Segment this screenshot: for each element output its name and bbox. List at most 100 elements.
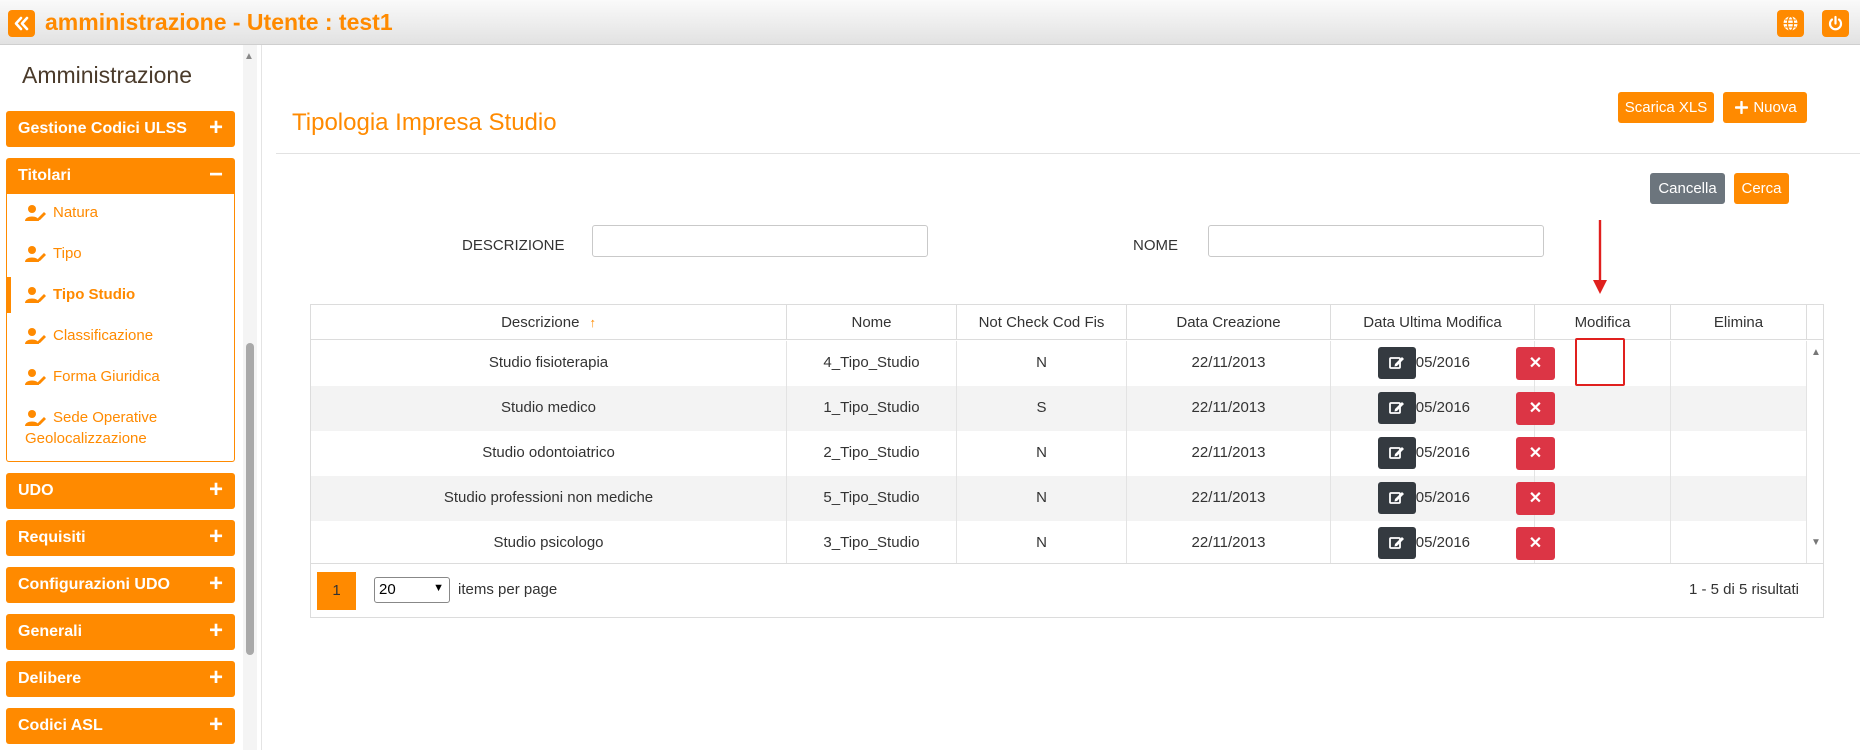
sidebar-item-label-line2: Geolocalizzazione <box>25 430 147 447</box>
column-header-descrizione[interactable]: Descrizione ↑ <box>311 305 787 340</box>
clear-button[interactable]: Cancella <box>1650 173 1725 204</box>
page-size-select[interactable]: 20 ▼ <box>374 577 450 603</box>
menu-group-generali[interactable]: Generali + <box>6 614 235 650</box>
collapse-sidebar-button[interactable] <box>8 10 35 37</box>
sidebar-item-tipo[interactable]: Tipo <box>7 236 234 272</box>
edit-button[interactable] <box>1378 347 1416 379</box>
menu-group-label: UDO <box>18 482 54 499</box>
menu-group-codici-asl[interactable]: Codici ASL + <box>6 708 235 744</box>
menu-group-gestione-codici-ulss[interactable]: Gestione Codici ULSS + <box>6 111 235 147</box>
menu-group-configurazioni-udo[interactable]: Configurazioni UDO + <box>6 567 235 603</box>
delete-button[interactable]: ✕ <box>1516 527 1555 560</box>
column-header-nome[interactable]: Nome <box>787 305 957 340</box>
close-icon: ✕ <box>1528 400 1543 417</box>
sidebar-item-label: Tipo <box>53 245 82 262</box>
sidebar-item-classificazione[interactable]: Classificazione <box>7 318 234 354</box>
nome-input[interactable] <box>1208 225 1544 257</box>
descrizione-label: DESCRIZIONE <box>462 237 565 254</box>
edit-button[interactable] <box>1378 482 1416 514</box>
sidebar-item-natura[interactable]: Natura <box>7 195 234 231</box>
close-icon: ✕ <box>1528 355 1543 372</box>
menu-group-label: Generali <box>18 623 83 640</box>
search-button[interactable]: Cerca <box>1734 173 1789 204</box>
scroll-up-icon[interactable]: ▲ <box>244 51 254 62</box>
plus-icon: + <box>208 617 223 644</box>
plus-icon: + <box>208 523 223 550</box>
results-count: 1 - 5 di 5 risultati <box>1688 581 1799 598</box>
page-button[interactable]: 1 <box>317 572 356 610</box>
sidebar-scrollbar[interactable]: ▲ <box>243 45 257 750</box>
cell-data-creazione: 22/11/2013 <box>1127 476 1331 521</box>
sidebar-item-label: Tipo Studio <box>53 286 136 303</box>
menu-group-label: Delibere <box>18 670 82 687</box>
sidebar-item-label: Classificazione <box>53 327 154 344</box>
sidebar-item-label: Sede Operative <box>53 409 158 426</box>
cell-descrizione: Studio odontoiatrico <box>311 431 787 476</box>
edit-icon <box>1389 537 1404 549</box>
cell-descrizione: Studio psicologo <box>311 521 787 563</box>
new-button-label: Nuova <box>1753 99 1797 116</box>
menu-group-udo[interactable]: UDO + <box>6 473 235 509</box>
titolari-submenu: Natura Tipo Tipo Studio Classificazione … <box>6 192 235 462</box>
sidebar-item-forma-giuridica[interactable]: Forma Giuridica <box>7 359 234 395</box>
sidebar-item-sede-operative[interactable]: Sede Operative Geolocalizzazione <box>7 400 234 456</box>
menu-group-label: Configurazioni UDO <box>18 576 170 593</box>
globe-icon <box>1783 15 1798 32</box>
user-edit-icon <box>25 287 46 303</box>
cell-data-modifica: 24/05/2016 <box>1331 521 1535 563</box>
table-row[interactable]: Studio medico 1_Tipo_Studio S 22/11/2013… <box>311 386 1807 431</box>
column-label: Descrizione <box>501 314 580 331</box>
power-icon <box>1828 15 1843 31</box>
cell-data-modifica: 24/05/2016 <box>1331 476 1535 521</box>
table-row[interactable]: Studio professioni non mediche 5_Tipo_St… <box>311 476 1807 521</box>
cell-data-modifica: 24/05/2016 <box>1331 341 1535 386</box>
download-xls-button[interactable]: Scarica XLS <box>1618 92 1714 123</box>
cell-data-creazione: 22/11/2013 <box>1127 341 1331 386</box>
sidebar-scroll-thumb[interactable] <box>246 343 254 655</box>
cell-descrizione: Studio fisioterapia <box>311 341 787 386</box>
minus-icon: − <box>208 161 223 188</box>
cell-not-check: N <box>957 431 1127 476</box>
edit-button[interactable] <box>1378 437 1416 469</box>
edit-button[interactable] <box>1378 527 1416 559</box>
table-row[interactable]: Studio psicologo 3_Tipo_Studio N 22/11/2… <box>311 521 1807 563</box>
column-header-not-check-cod-fis[interactable]: Not Check Cod Fis <box>957 305 1127 340</box>
cell-modifica <box>1535 521 1671 563</box>
menu-group-titolari[interactable]: Titolari − <box>6 158 235 194</box>
logout-button[interactable] <box>1822 10 1849 37</box>
cell-modifica <box>1535 476 1671 521</box>
sidebar-item-tipo-studio[interactable]: Tipo Studio <box>7 277 234 313</box>
sidebar-item-label: Forma Giuridica <box>53 368 160 385</box>
menu-group-delibere[interactable]: Delibere + <box>6 661 235 697</box>
chevron-down-icon: ▼ <box>433 582 444 594</box>
column-header-modifica[interactable]: Modifica <box>1535 305 1671 340</box>
edit-button[interactable] <box>1378 392 1416 424</box>
grid-scroll-up-icon[interactable]: ▲ <box>1811 347 1821 358</box>
descrizione-input[interactable] <box>592 225 928 257</box>
table-row[interactable]: Studio odontoiatrico 2_Tipo_Studio N 22/… <box>311 431 1807 476</box>
user-edit-icon <box>25 410 46 426</box>
cell-elimina <box>1671 476 1807 521</box>
column-header-elimina[interactable]: Elimina <box>1671 305 1807 340</box>
delete-button[interactable]: ✕ <box>1516 392 1555 425</box>
menu-group-requisiti[interactable]: Requisiti + <box>6 520 235 556</box>
user-edit-icon <box>25 246 46 262</box>
sidebar-item-label: Natura <box>53 204 99 221</box>
cell-modifica <box>1535 386 1671 431</box>
delete-button[interactable]: ✕ <box>1516 482 1555 515</box>
cell-nome: 5_Tipo_Studio <box>787 476 957 521</box>
language-button[interactable] <box>1777 10 1804 37</box>
plus-icon: + <box>208 711 223 738</box>
sort-ascending-icon: ↑ <box>589 315 596 330</box>
plus-icon: + <box>208 570 223 597</box>
new-button[interactable]: Nuova <box>1723 92 1807 123</box>
cell-not-check: N <box>957 476 1127 521</box>
delete-button[interactable]: ✕ <box>1516 347 1555 380</box>
column-header-data-ultima-modifica[interactable]: Data Ultima Modifica <box>1331 305 1535 340</box>
cell-elimina <box>1671 386 1807 431</box>
delete-button[interactable]: ✕ <box>1516 437 1555 470</box>
grid-scroll-down-icon[interactable]: ▼ <box>1811 537 1821 548</box>
close-icon: ✕ <box>1528 490 1543 507</box>
column-header-data-creazione[interactable]: Data Creazione <box>1127 305 1331 340</box>
cell-not-check: N <box>957 341 1127 386</box>
